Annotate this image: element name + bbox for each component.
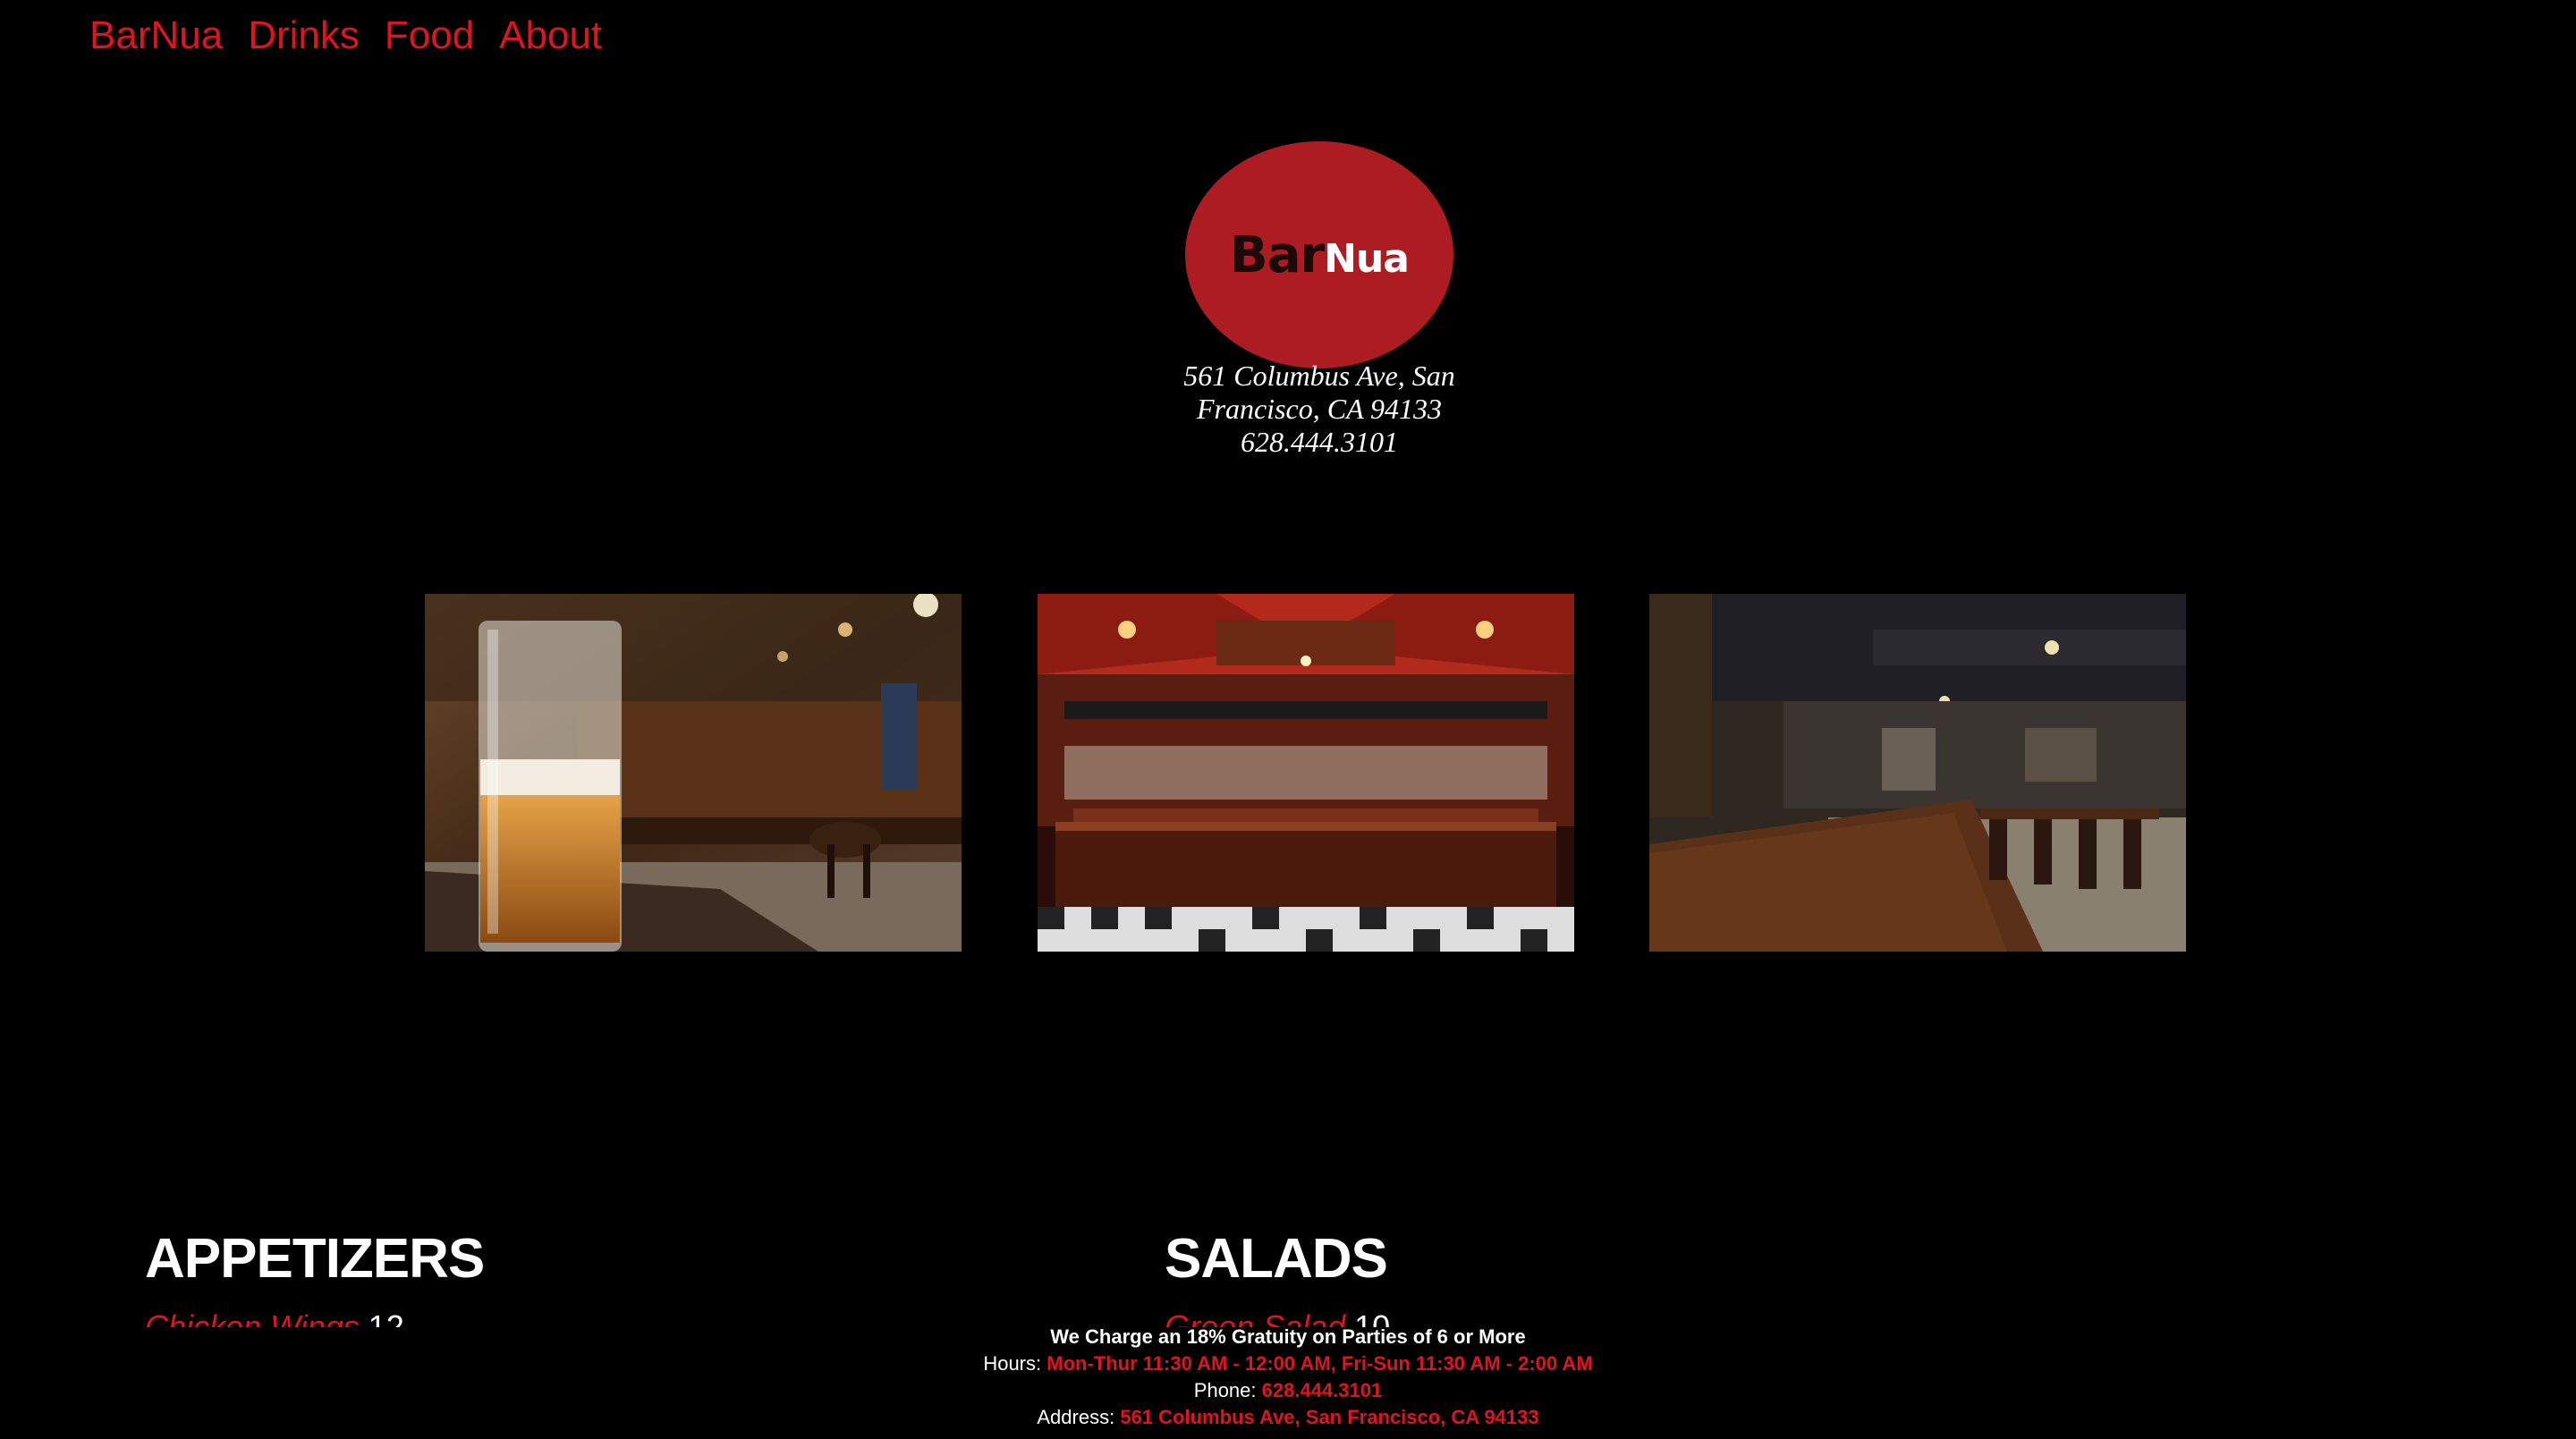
address-value[interactable]: 561 Columbus Ave, San Francisco, CA 9413…	[1120, 1406, 1538, 1428]
phone-line: 628.444.3101	[1241, 426, 1398, 458]
logo-text-nua: Nua	[1324, 235, 1410, 282]
pub-dining-room-photo	[1649, 594, 2186, 952]
nav-link-home[interactable]: BarNua	[89, 9, 223, 63]
phone-label: Phone:	[1193, 1379, 1257, 1401]
address-footer-line: Address: 561 Columbus Ave, San Francisco…	[0, 1404, 2576, 1431]
phone-footer-line: Phone: 628.444.3101	[0, 1377, 2576, 1404]
gratuity-notice: We Charge an 18% Gratuity on Parties of …	[1050, 1325, 1526, 1348]
nav-link-drinks[interactable]: Drinks	[248, 9, 360, 63]
appetizers-heading: APPETIZERS	[145, 1228, 485, 1290]
pint-glass-at-bar-photo	[425, 594, 962, 952]
contact-block: 561 Columbus Ave, San Francisco, CA 9413…	[1109, 360, 1530, 459]
barnua-logo: BarNua	[1185, 141, 1453, 368]
hours-line: Hours: Mon-Thur 11:30 AM - 12:00 AM, Fri…	[0, 1350, 2576, 1377]
info-footer: We Charge an 18% Gratuity on Parties of …	[0, 1324, 2576, 1431]
logo-wordmark: BarNua	[1230, 225, 1410, 284]
logo-text-bar: Bar	[1230, 225, 1325, 284]
address-line-2: Francisco, CA 94133	[1196, 393, 1443, 425]
phone-value[interactable]: 628.444.3101	[1262, 1379, 1383, 1401]
page: BarNua Drinks Food About BarNua 561 Colu…	[0, 0, 2576, 1439]
address-label: Address:	[1037, 1406, 1115, 1428]
hours-label: Hours:	[983, 1352, 1042, 1375]
address-line-1: 561 Columbus Ave, San	[1183, 360, 1455, 392]
salads-heading: SALADS	[1165, 1228, 1388, 1290]
nav-link-food[interactable]: Food	[385, 9, 474, 63]
top-nav: BarNua Drinks Food About	[89, 9, 602, 63]
hours-value: Mon-Thur 11:30 AM - 12:00 AM, Fri-Sun 11…	[1046, 1352, 1593, 1375]
nav-link-about[interactable]: About	[499, 9, 602, 63]
red-ceiling-bar-counter-photo	[1038, 594, 1574, 952]
